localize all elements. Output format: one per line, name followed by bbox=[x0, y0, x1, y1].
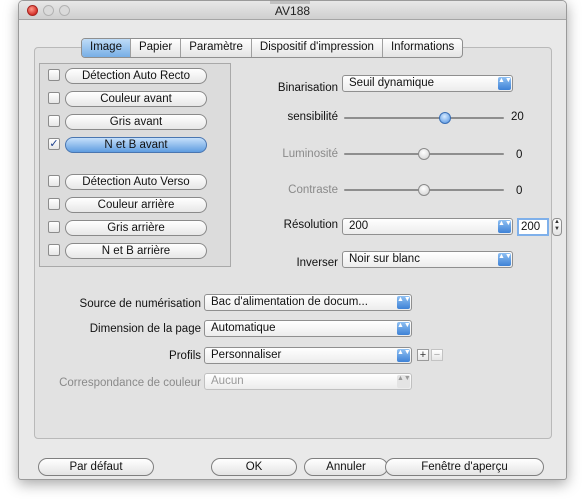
contraste-label: Contraste bbox=[288, 184, 338, 196]
slider-knob[interactable] bbox=[438, 112, 451, 124]
resolution-field[interactable]: 200 bbox=[517, 218, 549, 236]
contraste-slider[interactable] bbox=[344, 184, 504, 196]
mode-checkbox-detection-auto-recto[interactable] bbox=[48, 69, 60, 81]
tab-image[interactable]: Image bbox=[82, 39, 130, 57]
scanner-dialog-window: AV188 Image Papier Paramètre Dispositif … bbox=[18, 0, 567, 480]
correspondance-label: Correspondance de couleur bbox=[59, 377, 201, 389]
ok-button[interactable]: OK bbox=[211, 458, 297, 476]
mode-button-detection-auto-recto[interactable]: Détection Auto Recto bbox=[65, 68, 207, 84]
default-button[interactable]: Par défaut bbox=[38, 458, 154, 476]
popup-arrows-icon: ▲▼ bbox=[397, 349, 411, 362]
image-mode-group: Détection Auto Recto Couleur avant Gris … bbox=[39, 63, 231, 267]
resolution-value: 200 bbox=[349, 220, 369, 232]
source-select[interactable]: Bac d'alimentation de docum... ▲▼ bbox=[204, 294, 412, 311]
dimension-value: Automatique bbox=[211, 322, 276, 334]
slider-track bbox=[344, 117, 504, 119]
dimension-label: Dimension de la page bbox=[89, 323, 201, 335]
mode-button-couleur-avant[interactable]: Couleur avant bbox=[65, 91, 207, 107]
tab-informations[interactable]: Informations bbox=[381, 39, 462, 57]
stepper-up-icon[interactable]: ▲ bbox=[553, 219, 561, 226]
contraste-value: 0 bbox=[516, 185, 523, 197]
source-value: Bac d'alimentation de docum... bbox=[211, 296, 368, 308]
luminosite-label: Luminosité bbox=[282, 148, 338, 160]
dimension-select[interactable]: Automatique ▲▼ bbox=[204, 320, 412, 337]
mode-button-gris-avant[interactable]: Gris avant bbox=[65, 114, 207, 130]
profils-value: Personnaliser bbox=[211, 349, 282, 361]
mode-checkbox-gris-arriere[interactable] bbox=[48, 221, 60, 233]
inverser-value: Noir sur blanc bbox=[349, 253, 420, 265]
resolution-label: Résolution bbox=[283, 219, 338, 231]
popup-arrows-icon: ▲▼ bbox=[498, 77, 512, 90]
correspondance-value: Aucun bbox=[211, 375, 244, 387]
mode-checkbox-detection-auto-verso[interactable] bbox=[48, 175, 60, 187]
cancel-button[interactable]: Annuler bbox=[304, 458, 388, 476]
binarisation-label: Binarisation bbox=[277, 82, 338, 94]
mode-checkbox-couleur-avant[interactable] bbox=[48, 92, 60, 104]
binarisation-select[interactable]: Seuil dynamique ▲▼ bbox=[342, 75, 513, 92]
sensibilite-slider[interactable] bbox=[344, 112, 504, 124]
popup-arrows-icon: ▲▼ bbox=[397, 322, 411, 335]
tab-papier[interactable]: Papier bbox=[129, 39, 180, 57]
title-bar: AV188 bbox=[19, 1, 566, 20]
luminosite-slider[interactable] bbox=[344, 148, 504, 160]
popup-arrows-icon: ▲▼ bbox=[397, 375, 411, 388]
mode-checkbox-gris-avant[interactable] bbox=[48, 115, 60, 127]
profils-label: Profils bbox=[169, 350, 201, 362]
slider-knob[interactable] bbox=[418, 184, 430, 196]
checkmark-icon: ✓ bbox=[49, 138, 59, 150]
sensibilite-label: sensibilité bbox=[287, 111, 339, 123]
popup-arrows-icon: ▲▼ bbox=[498, 253, 512, 266]
tab-dispositif-impression[interactable]: Dispositif d'impression bbox=[250, 39, 382, 57]
remove-profile-button[interactable]: − bbox=[431, 349, 443, 361]
source-label: Source de numérisation bbox=[79, 298, 201, 310]
mode-checkbox-n-et-b-avant[interactable]: ✓ bbox=[48, 138, 60, 150]
resolution-select[interactable]: 200 ▲▼ bbox=[342, 218, 513, 235]
mode-button-gris-arriere[interactable]: Gris arrière bbox=[65, 220, 207, 236]
window-title: AV188 bbox=[274, 4, 311, 18]
luminosite-value: 0 bbox=[516, 149, 523, 161]
resolution-stepper[interactable]: ▲ ▼ bbox=[552, 218, 562, 236]
slider-knob[interactable] bbox=[418, 148, 430, 160]
mode-button-n-et-b-arriere[interactable]: N et B arrière bbox=[65, 243, 207, 259]
profils-select[interactable]: Personnaliser ▲▼ bbox=[204, 347, 412, 364]
mode-button-couleur-arriere[interactable]: Couleur arrière bbox=[65, 197, 207, 213]
popup-arrows-icon: ▲▼ bbox=[397, 296, 411, 309]
inverser-select[interactable]: Noir sur blanc ▲▼ bbox=[342, 251, 513, 268]
correspondance-select[interactable]: Aucun ▲▼ bbox=[204, 373, 412, 390]
mode-button-n-et-b-avant[interactable]: N et B avant bbox=[65, 137, 207, 153]
sensibilite-value: 20 bbox=[511, 111, 524, 123]
mode-checkbox-n-et-b-arriere[interactable] bbox=[48, 244, 60, 256]
preview-window-button[interactable]: Fenêtre d'aperçu bbox=[385, 458, 544, 476]
tab-bar: Image Papier Paramètre Dispositif d'impr… bbox=[81, 38, 464, 58]
tab-parametre[interactable]: Paramètre bbox=[180, 39, 251, 57]
popup-arrows-icon: ▲▼ bbox=[498, 220, 512, 233]
binarisation-value: Seuil dynamique bbox=[349, 77, 435, 89]
stepper-down-icon[interactable]: ▼ bbox=[553, 226, 561, 233]
add-profile-button[interactable]: + bbox=[417, 349, 429, 361]
mode-checkbox-couleur-arriere[interactable] bbox=[48, 198, 60, 210]
inverser-label: Inverser bbox=[296, 257, 338, 269]
mode-button-detection-auto-verso[interactable]: Détection Auto Verso bbox=[65, 174, 207, 190]
